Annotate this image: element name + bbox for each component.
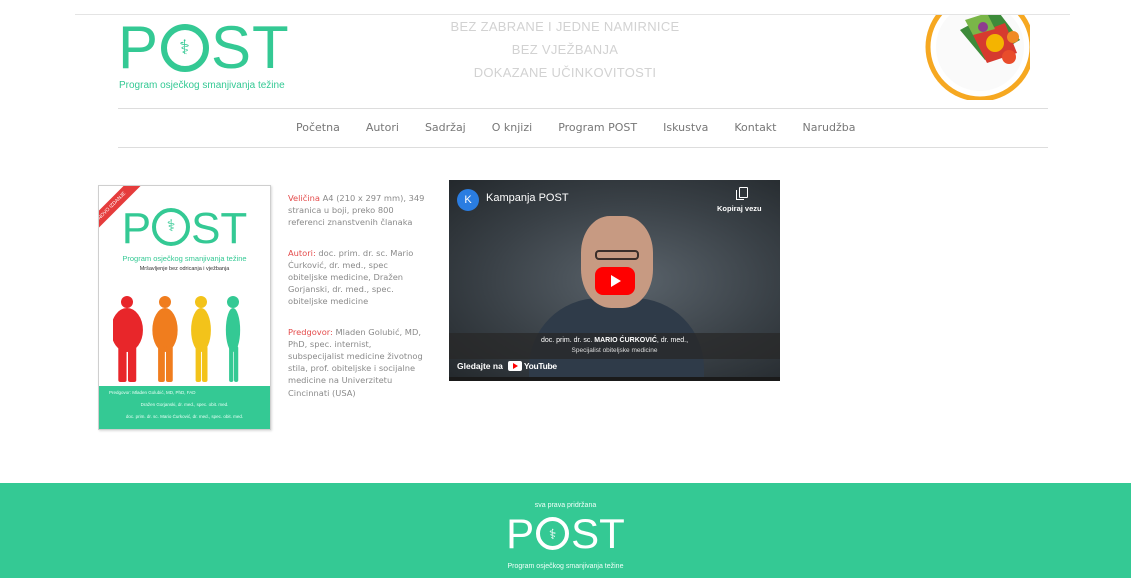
- nav-sadrzaj[interactable]: Sadržaj: [425, 121, 466, 134]
- nav-pocetna[interactable]: Početna: [296, 121, 340, 134]
- footer-caduceus-icon: ⚕: [536, 517, 570, 550]
- logo-subtitle: Program osječkog smanjivanja težine: [119, 80, 285, 91]
- info-authors: Autori: doc. prim. dr. sc. Mario Ćurkovi…: [288, 247, 428, 308]
- logo-letter-p: P: [118, 14, 160, 81]
- footer-logo[interactable]: P ⚕ ST: [0, 512, 1131, 556]
- book-cover[interactable]: NOVO IZDANJE P ⚕ ST Program osječkog smanj…: [98, 185, 271, 430]
- lower-third-role: Specijalist obiteljske medicine: [571, 347, 658, 354]
- site-logo[interactable]: P ⚕ ST Program osječkog smanjivanja težine: [118, 18, 308, 98]
- tagline-line-3: DOKAZANE UČINKOVITOSTI: [473, 65, 657, 80]
- book-title-st: ST: [191, 204, 248, 253]
- nav-iskustva[interactable]: Iskustva: [663, 121, 708, 134]
- info-size: Veličina A4 (210 x 297 mm), 349 stranica…: [288, 192, 428, 229]
- copy-link-icon[interactable]: [736, 187, 748, 200]
- video-player[interactable]: K Kampanja POST Kopiraj vezu doc. prim. …: [449, 180, 780, 381]
- youtube-play-icon: [507, 361, 522, 371]
- glasses-icon: [595, 250, 639, 260]
- copy-link-label[interactable]: Kopiraj vezu: [717, 204, 762, 213]
- book-author-line-1: Dražen Gorjanski, dr. med., spec. obit. …: [140, 402, 229, 407]
- info-foreword: Predgovor: Mladen Golubić, MD, PhD, spec…: [288, 326, 428, 399]
- book-caduceus-icon: ⚕: [152, 208, 191, 246]
- book-info: Veličina A4 (210 x 297 mm), 349 stranica…: [288, 192, 428, 417]
- channel-avatar[interactable]: K: [457, 189, 479, 211]
- info-size-label: Veličina: [288, 193, 320, 203]
- nav-divider-top: [118, 108, 1048, 109]
- youtube-wordmark: YouTube: [523, 361, 557, 371]
- play-button[interactable]: [595, 267, 635, 295]
- tagline-line-2: BEZ VJEŽBANJA: [511, 42, 619, 57]
- nav-o-knjizi[interactable]: O knjizi: [492, 121, 532, 134]
- video-title[interactable]: Kampanja POST: [486, 192, 569, 204]
- nav-narudzba[interactable]: Narudžba: [803, 121, 856, 134]
- footer-logo-st: ST: [571, 510, 625, 557]
- caduceus-icon: ⚕: [161, 24, 210, 72]
- logo-wordmark: P ⚕ ST: [118, 18, 290, 78]
- book-foreword-line: Predgovor: Mladen Golubić, MD, PhD, FAD: [109, 390, 196, 395]
- watch-on-label: Gledajte na: [457, 361, 503, 371]
- lower-third-prefix: doc. prim. dr. sc.: [540, 337, 595, 344]
- body-figure-4: [225, 296, 241, 382]
- info-authors-label: Autori:: [288, 247, 316, 258]
- body-figure-1: [113, 296, 143, 382]
- info-foreword-label: Predgovor:: [288, 326, 333, 337]
- tagline-line-1: BEZ ZABRANE I JEDNE NAMIRNICE: [450, 19, 680, 34]
- nav-kontakt[interactable]: Kontakt: [734, 121, 776, 134]
- lower-third-name: doc. prim. dr. sc. MARIO ĆURKOVIĆ, dr. m…: [449, 337, 780, 344]
- body-figure-3: [191, 296, 211, 382]
- book-title-p: P: [121, 204, 152, 253]
- book-title: P ⚕ ST: [99, 206, 270, 252]
- lower-third-bold-name: MARIO ĆURKOVIĆ: [594, 337, 657, 344]
- nav-program-post[interactable]: Program POST: [558, 121, 637, 134]
- main-nav: Početna Autori Sadržaj O knjizi Program …: [296, 121, 855, 134]
- footer-subtitle: Program osječkog smanjivanja težine: [507, 563, 624, 570]
- plate-image: [925, 15, 1030, 100]
- body-figure-2: [152, 296, 178, 382]
- info-foreword-text: Mladen Golubić, MD, PhD, spec. internist…: [288, 326, 423, 398]
- book-subtitle-2: Mršavljenje bez odricanja i vježbanja: [139, 266, 230, 272]
- lower-third-suffix: , dr. med.,: [656, 337, 689, 344]
- video-bottom-bar: [449, 377, 780, 381]
- footer-rights: sva prava pridržana: [534, 502, 597, 509]
- site-footer: sva prava pridržana P ⚕ ST Program osječko…: [0, 483, 1131, 578]
- watch-on-youtube[interactable]: Gledajte na YouTube: [457, 361, 557, 371]
- book-author-line-2: doc. prim. dr. sc. Mario Ćurković, dr. m…: [125, 414, 244, 419]
- logo-letters-st: ST: [211, 14, 290, 81]
- tagline: BEZ ZABRANE I JEDNE NAMIRNICE BEZ VJEŽBA…: [430, 17, 700, 86]
- book-subtitle: Program osječkog smanjivanja težine: [122, 254, 247, 263]
- youtube-logo: YouTube: [507, 361, 557, 371]
- nav-divider-bottom: [118, 147, 1048, 148]
- footer-logo-p: P: [506, 510, 535, 557]
- nav-autori[interactable]: Autori: [366, 121, 399, 134]
- body-figures-illustration: [113, 296, 241, 382]
